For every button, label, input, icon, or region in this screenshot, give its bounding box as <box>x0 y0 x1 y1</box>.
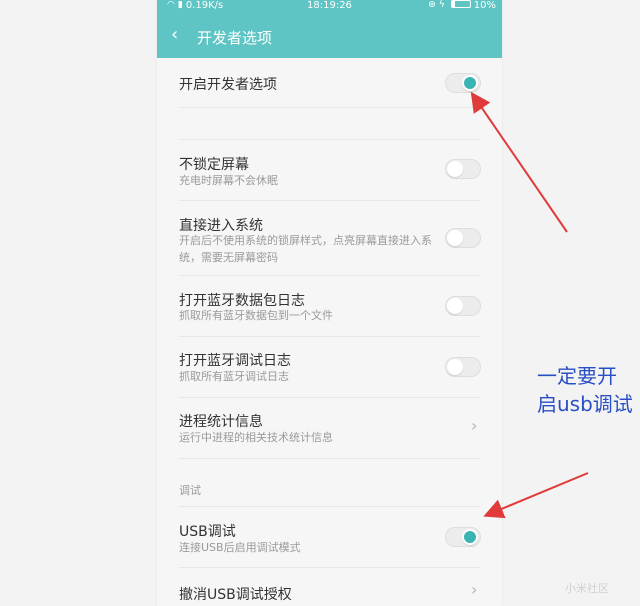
annotation-line-2: 启usb调试 <box>537 392 633 416</box>
watermark: 小米社区 <box>565 582 609 595</box>
annotation-arrows <box>470 91 589 519</box>
annotation-line-1: 一定要开 <box>537 364 617 388</box>
arrow-to-developer-toggle <box>470 91 568 233</box>
arrow-to-usb-toggle <box>483 472 589 519</box>
